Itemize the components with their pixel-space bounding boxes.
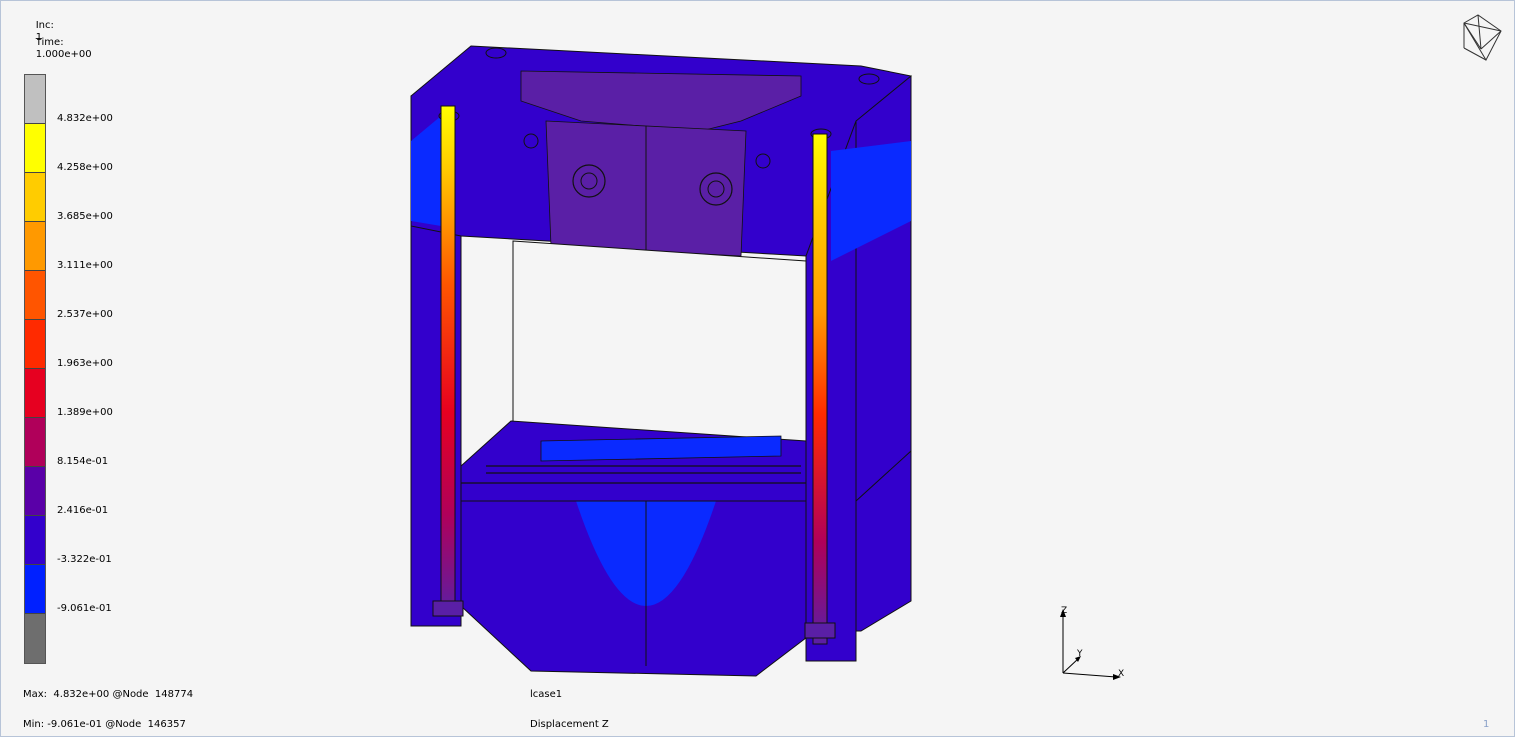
legend-segment (25, 467, 45, 516)
legend-segment (25, 222, 45, 271)
y-axis-label: Y (1076, 649, 1083, 659)
axis-triad: Z Y X (1060, 606, 1124, 680)
legend-segment (25, 516, 45, 565)
legend-segment (25, 173, 45, 222)
legend-value-label: 3.111e+00 (57, 260, 113, 271)
time-readout: Time: 1.000e+00 (23, 25, 92, 73)
legend-segment (25, 271, 45, 320)
view-cube-icon[interactable] (1456, 13, 1506, 63)
legend-value-label: 4.832e+00 (57, 113, 113, 124)
legend-value-label: 1.963e+00 (57, 358, 113, 369)
legend-value-label: 8.154e-01 (57, 456, 109, 467)
right-column-side (855, 75, 912, 503)
loadcase-label: lcase1 (530, 689, 563, 700)
time-label: Time: (35, 37, 64, 48)
legend-segment (25, 320, 45, 369)
bolt-cap (485, 47, 507, 59)
left-tie-rod-nut (432, 600, 464, 617)
fe-model-view[interactable] (401, 21, 921, 686)
z-axis-label: Z (1061, 606, 1067, 616)
y-axis-line (1062, 657, 1080, 674)
graphics-viewport[interactable]: Inc: 1 Time: 1.000e+00 4.832e+00 4.258e+0… (0, 0, 1515, 737)
legend-value-label: 2.537e+00 (57, 309, 113, 320)
bolt-cap (858, 73, 880, 85)
legend-value-label: 2.416e-01 (57, 505, 109, 516)
time-value: 1.000e+00 (35, 49, 92, 60)
right-tie-rod (812, 133, 828, 645)
legend-value-label: 4.258e+00 (57, 162, 113, 173)
result-type-label: Displacement Z (530, 719, 609, 730)
legend-value-label: 3.685e+00 (57, 211, 113, 222)
page-number: 1 (1483, 719, 1490, 730)
legend-segment (25, 614, 45, 663)
left-tie-rod (440, 105, 456, 617)
legend-segment (25, 75, 45, 124)
min-readout: Min: -9.061e-01 @Node 146357 (23, 719, 186, 730)
x-axis-line (1062, 672, 1117, 678)
legend-value-label: -9.061e-01 (57, 603, 112, 614)
legend-color-bar (24, 74, 46, 664)
legend-value-label: -3.322e-01 (57, 554, 112, 565)
legend-segment (25, 369, 45, 418)
max-readout: Max: 4.832e+00 @Node 148774 (23, 689, 194, 700)
legend-segment (25, 418, 45, 467)
legend-value-label: 1.389e+00 (57, 407, 113, 418)
x-axis-label: X (1118, 669, 1124, 679)
legend-segment (25, 124, 45, 173)
legend-segment (25, 565, 45, 614)
right-tie-rod-nut (804, 622, 836, 639)
